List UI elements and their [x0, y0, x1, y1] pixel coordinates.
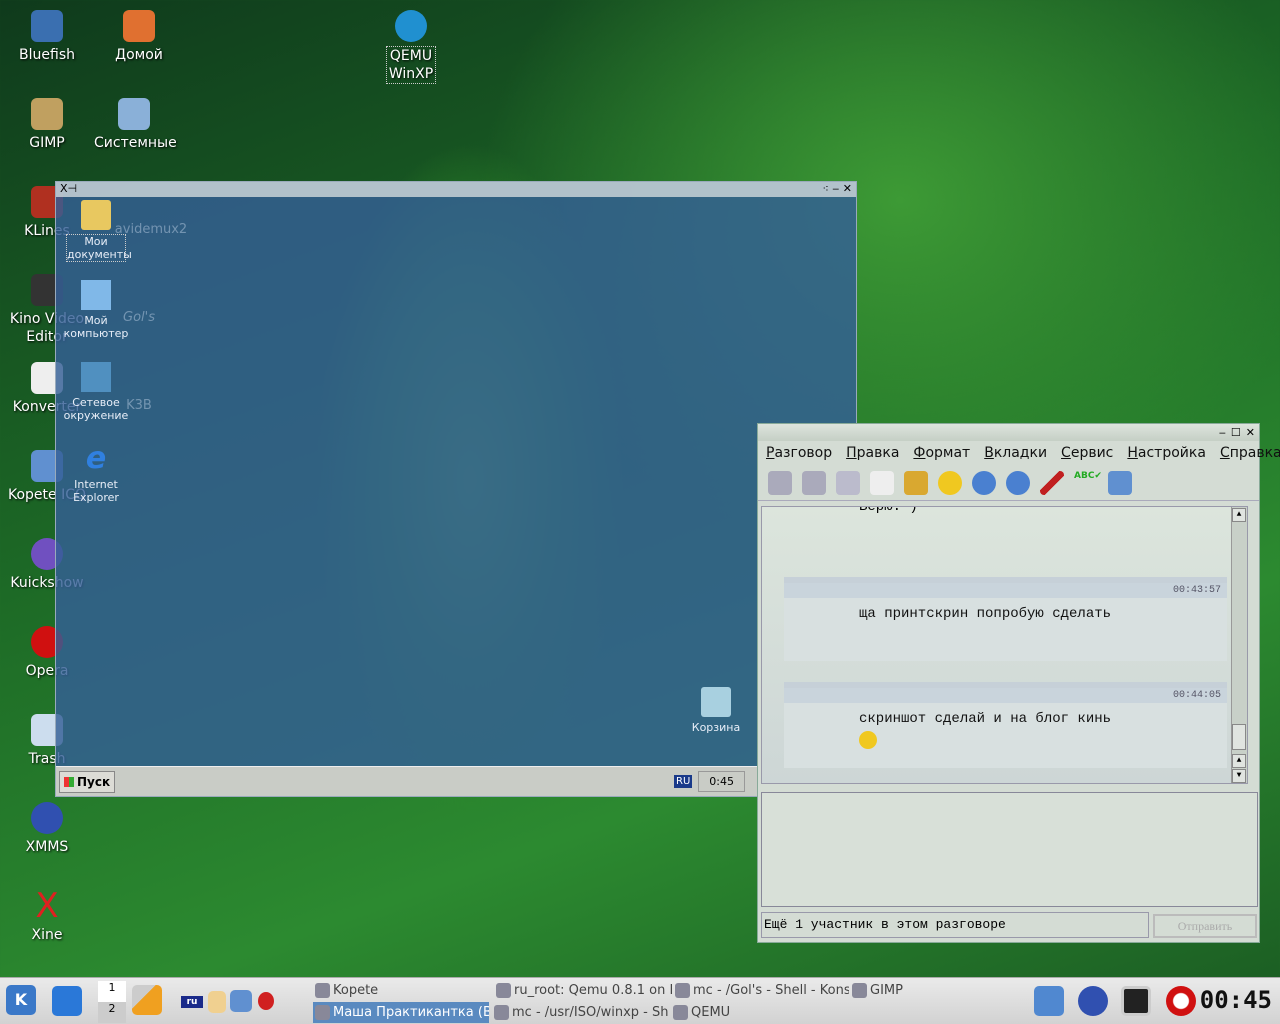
print-icon[interactable]: [802, 470, 826, 495]
pen-app-icon[interactable]: [52, 986, 82, 1016]
smiley-emoticon-icon: [859, 731, 877, 749]
xp-icon-network[interactable]: Сетевое окружение: [61, 362, 131, 422]
scroll-thumb[interactable]: [1232, 724, 1246, 750]
paste-icon[interactable]: [904, 470, 928, 495]
terminal-icon[interactable]: [1121, 986, 1151, 1016]
kopete-chat-window[interactable]: ‒ ☐ ✕ Разговор Правка Формат Вкладки Серви…: [757, 423, 1280, 943]
minimize-icon[interactable]: ‒: [1219, 426, 1226, 439]
desktop-icon-home[interactable]: Домой: [94, 10, 184, 64]
close-pin-icon[interactable]: X⊣: [60, 182, 77, 197]
desktop-pager[interactable]: 1 2: [98, 981, 126, 1023]
task-konsole-qemu[interactable]: ru_root: Qemu 0.8.1 on Fr: [494, 980, 672, 1001]
smiley-icon[interactable]: [938, 470, 962, 495]
xp-icon-my-documents[interactable]: Мои документы: [61, 200, 132, 262]
xp-icon-ie[interactable]: e Internet Explorer: [61, 441, 131, 505]
task-mc-winxp[interactable]: mc - /usr/ISO/winxp - Shel: [492, 1002, 668, 1023]
copy-icon[interactable]: [870, 470, 894, 495]
pen-icon[interactable]: [1040, 470, 1064, 495]
xp-taskbar: Пуск RU 0:45: [56, 766, 856, 796]
close-icon[interactable]: ✕: [1246, 426, 1255, 439]
task-mc-gols[interactable]: mc - /Gol's - Shell - Konso: [673, 980, 849, 1001]
menu-chat[interactable]: Разговор: [766, 445, 832, 461]
message-time: 00:44:05: [784, 688, 1227, 703]
bluefish-icon: [31, 10, 63, 42]
menu-format[interactable]: Формат: [913, 445, 970, 461]
contacts-icon[interactable]: [1108, 470, 1132, 495]
menu-tools[interactable]: Сервис: [1061, 445, 1113, 461]
opera-tray-icon[interactable]: [258, 992, 274, 1010]
forward-arrow-icon[interactable]: [1006, 470, 1030, 495]
toolbar: ABC✔: [758, 465, 1259, 501]
desktop-icon-xmms[interactable]: XMMS: [2, 802, 92, 856]
kde-menu-icon[interactable]: K: [6, 985, 36, 1015]
message-text: скриншот сделай и на блог кинь: [859, 711, 1112, 727]
computer-icon: [118, 98, 150, 130]
chat-message: 00:44:05 скриншот сделай и на блог кинь: [784, 682, 1227, 768]
cut-icon[interactable]: [836, 470, 860, 495]
menu-edit[interactable]: Правка: [846, 445, 899, 461]
message-input[interactable]: [761, 792, 1258, 907]
windows-logo-icon: [64, 776, 74, 787]
computer-icon: [81, 280, 111, 310]
scroll-up-icon[interactable]: ▲: [1232, 754, 1246, 768]
desktop-icon-gimp[interactable]: GIMP: [2, 98, 92, 152]
internet-explorer-icon: e: [85, 441, 107, 476]
maximize-icon[interactable]: ☐: [1231, 426, 1241, 439]
klipper-icon[interactable]: [208, 991, 226, 1013]
scroll-up-icon[interactable]: ▲: [1232, 508, 1246, 522]
chat-message: 00:43:57 ща принтскрин попробую сделать: [784, 577, 1227, 661]
task-masha-chat[interactable]: Маша Практикантка (В се: [313, 1002, 489, 1023]
gear-icon: [395, 10, 427, 42]
menu-bar: Разговор Правка Формат Вкладки Сервис На…: [758, 441, 1280, 465]
desktop-icon-system[interactable]: Системные: [94, 98, 177, 152]
keyboard-layout-icon[interactable]: ru: [181, 996, 203, 1008]
xp-icon-recycle-bin[interactable]: Корзина: [681, 687, 751, 734]
menu-help[interactable]: Справка: [1220, 445, 1280, 461]
task-qemu[interactable]: QEMU: [671, 1002, 761, 1023]
gimp-icon: [31, 98, 63, 130]
pager-desktop-1[interactable]: 1: [98, 981, 126, 1002]
scroll-down-icon[interactable]: ▼: [1232, 769, 1246, 783]
message-time: 00:43:57: [784, 583, 1227, 598]
kde-panel: K 1 2 ru Kopete ru_root: Qemu 0.8.1 on F…: [0, 977, 1280, 1024]
spellcheck-icon[interactable]: ABC✔: [1074, 471, 1102, 495]
menu-settings[interactable]: Настройка: [1127, 445, 1206, 461]
menu-tabs[interactable]: Вкладки: [984, 445, 1047, 461]
folder-icon: [81, 200, 111, 230]
task-kopete[interactable]: Kopete: [313, 980, 493, 1001]
qemu-window[interactable]: X⊣ ⁖ ‒ ✕ avidemux2 Gol's K3B Мои документ…: [55, 181, 857, 797]
desktop-icon-bluefish[interactable]: Bluefish: [2, 10, 92, 64]
network-icon: [81, 362, 111, 392]
back-arrow-icon[interactable]: [972, 470, 996, 495]
xp-icon-my-computer[interactable]: Мой компьютер: [61, 280, 131, 340]
send-button[interactable]: Отправить: [1153, 914, 1257, 938]
partial-message: Берю. ): [859, 506, 918, 515]
xmms-icon: [31, 802, 63, 834]
xp-clock: 0:45: [698, 771, 745, 792]
status-bar: Ещё 1 участник в этом разговоре: [761, 912, 1149, 938]
chat-scrollbar[interactable]: ▲ ▲ ▼: [1231, 507, 1247, 783]
chat-history[interactable]: Берю. ) 00:43:57 ща принтскрин попробую …: [761, 506, 1248, 784]
xmms-tray-icon[interactable]: [1078, 986, 1108, 1016]
pager-desktop-2[interactable]: 2: [98, 1002, 126, 1023]
kopete-status-icon[interactable]: [1034, 986, 1064, 1016]
desktop-icon-qemu[interactable]: QEMU WinXP: [366, 10, 456, 84]
desktop-icon-xine[interactable]: X Xine: [2, 886, 92, 944]
wrench-icon[interactable]: [132, 985, 162, 1015]
qemu-titlebar[interactable]: X⊣ ⁖ ‒ ✕: [56, 182, 856, 197]
kopete-tray-icon[interactable]: [230, 990, 252, 1012]
language-indicator[interactable]: RU: [674, 775, 693, 788]
recycle-bin-icon: [701, 687, 731, 717]
clock[interactable]: 00:45: [1200, 986, 1272, 1014]
task-gimp[interactable]: GIMP: [850, 980, 920, 1001]
home-icon: [123, 10, 155, 42]
start-button[interactable]: Пуск: [59, 770, 116, 793]
opera-launcher-icon[interactable]: [1166, 986, 1196, 1016]
kopete-titlebar[interactable]: ‒ ☐ ✕: [758, 424, 1259, 441]
xine-icon: X: [35, 886, 59, 926]
message-text: ща принтскрин попробую сделать: [859, 606, 1112, 622]
window-controls[interactable]: ⁖ ‒ ✕: [822, 182, 852, 197]
save-icon[interactable]: [768, 470, 792, 495]
